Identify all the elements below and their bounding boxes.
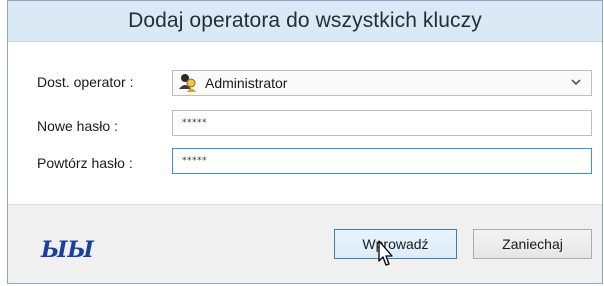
company-logo: ЫЫ	[41, 237, 94, 263]
operator-value: Administrator	[205, 75, 288, 91]
dialog-title: Dodaj operatora do wszystkich kluczy	[128, 9, 482, 32]
new-password-field[interactable]: *****	[172, 110, 592, 136]
new-password-label: Nowe hasło :	[37, 118, 118, 134]
chevron-down-icon[interactable]	[569, 75, 583, 89]
dialog-footer: ЫЫ Wprowadź Zaniechaj	[8, 204, 602, 283]
mouse-cursor-icon	[378, 240, 393, 266]
operator-select[interactable]: Administrator	[172, 70, 592, 96]
operator-label: Dost. operator :	[37, 74, 134, 90]
title-bar[interactable]: Dodaj operatora do wszystkich kluczy	[8, 1, 602, 42]
form-area: Dost. operator : Administrator Nowe hasł…	[8, 42, 602, 204]
repeat-password-label: Powtórz hasło :	[37, 155, 133, 171]
dialog-window: Dodaj operatora do wszystkich kluczy Dos…	[7, 0, 603, 284]
user-icon	[177, 72, 199, 94]
repeat-password-field[interactable]: *****	[172, 148, 592, 174]
cancel-button[interactable]: Zaniechaj	[473, 229, 592, 259]
